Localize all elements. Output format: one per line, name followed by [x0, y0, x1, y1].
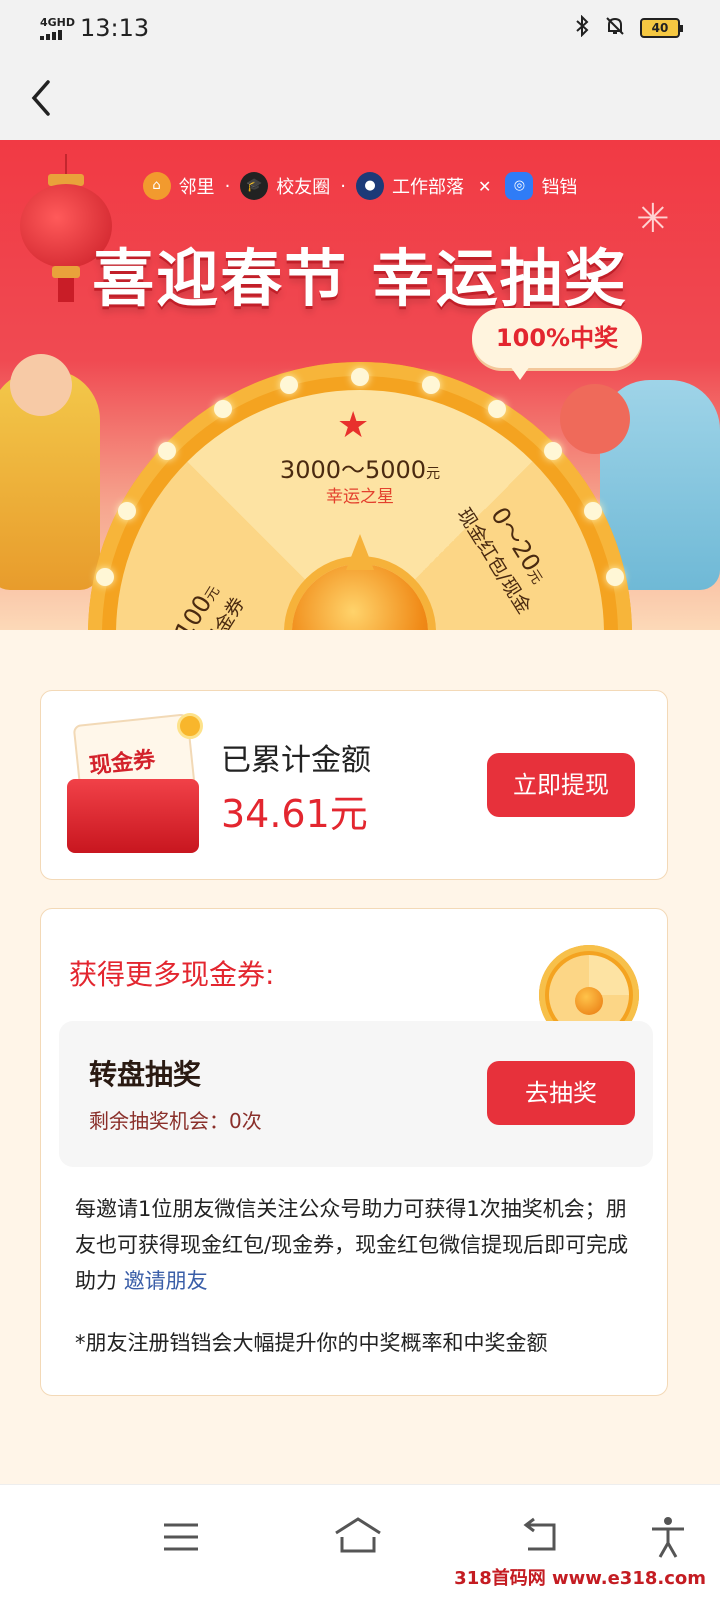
cash-coupon-illustration: 现金券 — [67, 713, 203, 853]
partner-label: 工作部落 — [392, 177, 465, 198]
partner-gongzuobuluo: ● 工作部落 — [356, 172, 464, 200]
lottery-remaining: 剩余抽奖机会：0次 — [89, 1109, 262, 1133]
home-icon[interactable] — [330, 1509, 386, 1565]
battery-level: 40 — [651, 21, 669, 35]
partner-logos: ⌂ 邻里 · 🎓 校友圈 · ● 工作部落 ✕ ◎ 铛铛 — [0, 172, 720, 200]
back-button[interactable] — [26, 74, 66, 122]
wheel-top-unit: 元 — [426, 466, 441, 482]
partner-label: 校友圈 — [276, 177, 331, 198]
system-nav-bar: 318首码网 www.e318.com — [0, 1484, 720, 1600]
wheel-top-prize: 3000～5000元 — [0, 450, 720, 485]
status-bar: 4GHD 13:13 40 — [0, 0, 720, 56]
more-coupons-card: 获得更多现金券: 转盘抽奖 剩余抽奖机会：0次 去抽奖 每邀请1位朋友微信关注公… — [40, 908, 668, 1396]
character-head-illustration — [10, 354, 72, 416]
network-indicator: 4GHD — [40, 15, 76, 40]
invite-friends-link[interactable]: 邀请朋友 — [124, 1269, 208, 1293]
linli-logo-icon: ⌂ — [142, 172, 171, 200]
graduation-cap-icon: 🎓 — [240, 172, 269, 200]
wheel-top-amount: 3000～5000 — [279, 456, 427, 484]
back-icon[interactable] — [512, 1509, 568, 1565]
lottery-task: 转盘抽奖 剩余抽奖机会：0次 去抽奖 — [59, 1021, 653, 1167]
work-tribe-logo-icon: ● — [356, 172, 385, 200]
partner-label: 邻里 — [178, 177, 215, 198]
menu-icon[interactable] — [154, 1509, 210, 1565]
partner-dangdang: ◎ 铛铛 — [505, 172, 577, 200]
invite-note: *朋友注册铛铛会大幅提升你的中奖概率和中奖金额 — [75, 1331, 548, 1355]
balance-value: 34.61元 — [221, 792, 368, 836]
star-icon: ★ — [337, 405, 370, 446]
withdraw-button[interactable]: 立即提现 — [487, 753, 635, 817]
coin-icon — [177, 713, 203, 739]
balance-label: 已累计金额 — [221, 743, 371, 778]
promo-banner: ✳ ⌂ 邻里 · 🎓 校友圈 · ● 工作部落 ✕ ◎ 铛铛 喜迎春节 幸运抽奖… — [0, 140, 720, 630]
partner-xiaoyouquan: 🎓 校友圈 — [240, 172, 330, 200]
coupon-label: 现金券 — [88, 747, 157, 780]
nav-bar — [0, 56, 720, 140]
partner-linli: ⌂ 邻里 — [142, 172, 215, 200]
dangdang-logo-icon: ◎ — [505, 172, 534, 200]
mute-icon — [604, 15, 626, 42]
partner-label: 铛铛 — [541, 177, 578, 198]
bluetooth-icon — [574, 14, 590, 42]
lottery-title: 转盘抽奖 — [89, 1058, 202, 1091]
invite-description: 每邀请1位朋友微信关注公众号助力可获得1次抽奖机会；朋友也可获得现金红包/现金券… — [75, 1191, 645, 1299]
wheel-top-label: 幸运之星 — [326, 487, 394, 507]
win-rate-badge: 100%中奖 — [472, 308, 642, 380]
character-head-illustration — [560, 384, 630, 454]
network-label: 4GHD — [40, 15, 76, 29]
hero-title: 喜迎春节 幸运抽奖 — [92, 242, 628, 315]
more-coupons-title: 获得更多现金券: — [69, 958, 275, 991]
balance-card: 现金券 已累计金额 34.61元 立即提现 — [40, 690, 668, 880]
battery-icon: 40 — [640, 18, 683, 38]
draw-button[interactable]: 去抽奖 — [487, 1061, 635, 1125]
chevron-left-icon — [31, 80, 50, 116]
watermark: 318首码网 www.e318.com — [450, 1562, 710, 1592]
clock: 13:13 — [80, 14, 150, 42]
accessibility-icon[interactable] — [640, 1509, 696, 1565]
signal-icon — [40, 29, 74, 40]
